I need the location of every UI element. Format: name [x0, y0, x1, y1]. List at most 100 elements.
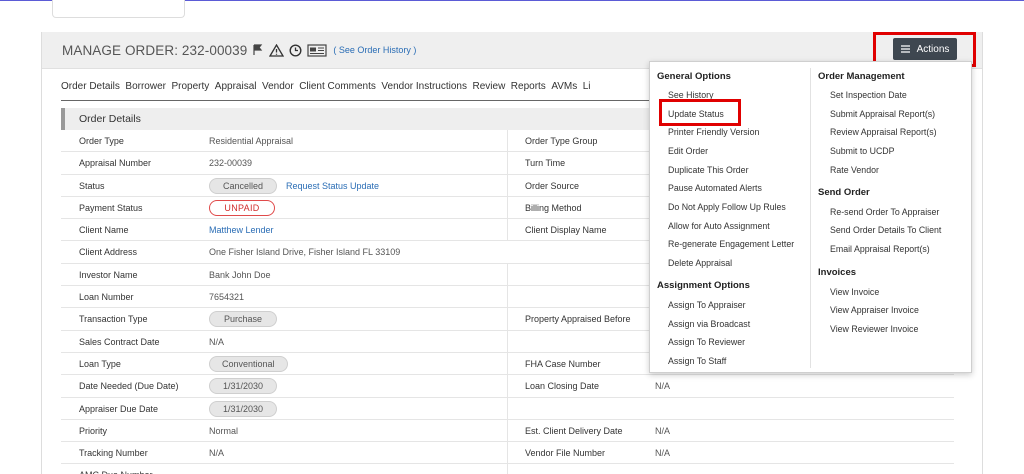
- tab-avms[interactable]: AVMs: [551, 81, 577, 92]
- field-label: Order Type: [79, 136, 124, 146]
- field-label: Client Name: [79, 225, 129, 236]
- menu-item-duplicate-order[interactable]: Duplicate This Order: [668, 165, 749, 175]
- menu-item-resend-to-appraiser[interactable]: Re-send Order To Appraiser: [830, 207, 939, 217]
- field-label: Loan Type: [79, 358, 121, 369]
- due-date-badge: 1/31/2030: [209, 378, 277, 395]
- tab-borrower[interactable]: Borrower: [125, 81, 166, 92]
- menu-item-rate-vendor[interactable]: Rate Vendor: [830, 165, 879, 175]
- field-label: Order Source: [525, 180, 580, 191]
- menu-item-assign-appraiser[interactable]: Assign To Appraiser: [668, 300, 746, 310]
- status-badge: Cancelled: [209, 177, 277, 194]
- menu-item-auto-assignment[interactable]: Allow for Auto Assignment: [668, 221, 770, 231]
- field-label: AMC Due Number: [79, 464, 153, 474]
- menu-item-printer-friendly[interactable]: Printer Friendly Version: [668, 127, 759, 137]
- field-label: Investor Name: [79, 269, 138, 280]
- invoices-heading: Invoices: [818, 267, 857, 278]
- order-tabs: Order Details Borrower Property Appraisa…: [61, 73, 661, 101]
- payment-status-badge: UNPAID: [209, 199, 275, 216]
- dropdown-divider: [810, 68, 811, 368]
- transaction-type-badge: Purchase: [209, 311, 277, 328]
- flag-icon[interactable]: [252, 44, 264, 56]
- menu-item-set-inspection-date[interactable]: Set Inspection Date: [830, 90, 907, 100]
- see-order-history-link[interactable]: ( See Order History ): [333, 45, 416, 55]
- tab-truncated[interactable]: Li: [583, 81, 591, 92]
- field-label: Turn Time: [525, 158, 566, 169]
- table-row: Date Needed (Due Date) 1/31/2030 Loan Cl…: [61, 375, 954, 398]
- loan-type-badge: Conventional: [209, 355, 288, 372]
- field-value: N/A: [209, 448, 225, 459]
- field-value: N/A: [655, 381, 671, 392]
- menu-item-view-invoice[interactable]: View Invoice: [830, 287, 879, 297]
- assignment-options-heading: Assignment Options: [657, 280, 750, 291]
- id-card-icon[interactable]: [307, 43, 327, 57]
- field-label: Appraiser Due Date: [79, 403, 159, 414]
- field-label: Payment Status: [79, 202, 143, 213]
- general-options-heading: General Options: [657, 71, 731, 82]
- tab-reports[interactable]: Reports: [511, 81, 546, 92]
- request-status-update-link[interactable]: Request Status Update: [286, 181, 379, 191]
- field-label: Vendor File Number: [525, 448, 606, 459]
- table-row: Priority Normal Est. Client Delivery Dat…: [61, 419, 954, 443]
- field-value: 7654321: [209, 292, 245, 303]
- field-label: Est. Client Delivery Date: [525, 425, 623, 436]
- client-name-link[interactable]: Matthew Lender: [209, 219, 274, 241]
- tab-vendor[interactable]: Vendor: [262, 81, 294, 92]
- tab-appraisal[interactable]: Appraisal: [215, 81, 257, 92]
- field-label: Tracking Number: [79, 448, 148, 459]
- menu-item-email-report[interactable]: Email Appraisal Report(s): [830, 244, 930, 254]
- menu-item-assign-broadcast[interactable]: Assign via Broadcast: [668, 319, 750, 329]
- menu-item-edit-order[interactable]: Edit Order: [668, 146, 708, 156]
- tab-order-details[interactable]: Order Details: [61, 81, 120, 92]
- actions-button[interactable]: Actions: [893, 38, 957, 60]
- tab-property[interactable]: Property: [171, 81, 209, 92]
- page-title: MANAGE ORDER: 232-00039: [62, 42, 248, 58]
- field-label: Loan Closing Date: [525, 381, 600, 392]
- field-value: Bank John Doe: [209, 269, 271, 280]
- field-value: One Fisher Island Drive, Fisher Island F…: [209, 247, 401, 258]
- field-label: Client Address: [79, 247, 138, 258]
- menu-item-assign-staff[interactable]: Assign To Staff: [668, 356, 726, 366]
- field-label: Sales Contract Date: [79, 336, 160, 347]
- field-label: FHA Case Number: [525, 358, 601, 369]
- clock-icon[interactable]: [289, 43, 302, 57]
- table-row: Appraiser Due Date 1/31/2030: [61, 397, 954, 420]
- tab-review[interactable]: Review: [473, 81, 506, 92]
- field-label: Billing Method: [525, 202, 582, 213]
- appraiser-due-date-badge: 1/31/2030: [209, 400, 277, 417]
- field-value: N/A: [655, 425, 671, 436]
- menu-item-view-reviewer-invoice[interactable]: View Reviewer Invoice: [830, 324, 918, 334]
- menu-item-review-report[interactable]: Review Appraisal Report(s): [830, 127, 937, 137]
- send-order-heading: Send Order: [818, 187, 870, 198]
- field-label: Loan Number: [79, 292, 134, 303]
- field-label: Priority: [79, 425, 108, 436]
- tab-vendor-instructions[interactable]: Vendor Instructions: [381, 81, 467, 92]
- menu-item-pause-alerts[interactable]: Pause Automated Alerts: [668, 183, 762, 193]
- field-label: Order Type Group: [525, 136, 598, 146]
- field-label: Appraisal Number: [79, 158, 152, 169]
- top-tab[interactable]: [52, 0, 185, 18]
- menu-item-submit-ucdp[interactable]: Submit to UCDP: [830, 146, 895, 156]
- menu-item-submit-report[interactable]: Submit Appraisal Report(s): [830, 109, 935, 119]
- update-status-highlight-box: [659, 99, 741, 126]
- field-value: Normal: [209, 425, 239, 436]
- order-management-heading: Order Management: [818, 71, 905, 82]
- warning-icon[interactable]: [269, 43, 285, 57]
- field-value: Residential Appraisal: [209, 136, 294, 146]
- field-label: Transaction Type: [79, 314, 148, 325]
- table-row: Tracking Number N/A Vendor File Number N…: [61, 442, 954, 465]
- menu-icon: [900, 45, 910, 53]
- menu-item-no-follow-up[interactable]: Do Not Apply Follow Up Rules: [668, 202, 786, 212]
- tab-client-comments[interactable]: Client Comments: [299, 81, 376, 92]
- menu-item-send-to-client[interactable]: Send Order Details To Client: [830, 225, 941, 235]
- menu-item-view-appraiser-invoice[interactable]: View Appraiser Invoice: [830, 305, 919, 315]
- actions-label: Actions: [916, 43, 950, 55]
- menu-item-delete-appraisal[interactable]: Delete Appraisal: [668, 258, 732, 268]
- frame-left: [41, 32, 42, 474]
- menu-item-assign-reviewer[interactable]: Assign To Reviewer: [668, 337, 745, 347]
- menu-item-regenerate-letter[interactable]: Re-generate Engagement Letter: [668, 239, 794, 249]
- field-label: Property Appraised Before: [525, 314, 631, 325]
- field-label: Client Display Name: [525, 225, 607, 236]
- field-value: N/A: [209, 336, 225, 347]
- field-label: Date Needed (Due Date): [79, 381, 179, 392]
- field-value: N/A: [655, 448, 671, 459]
